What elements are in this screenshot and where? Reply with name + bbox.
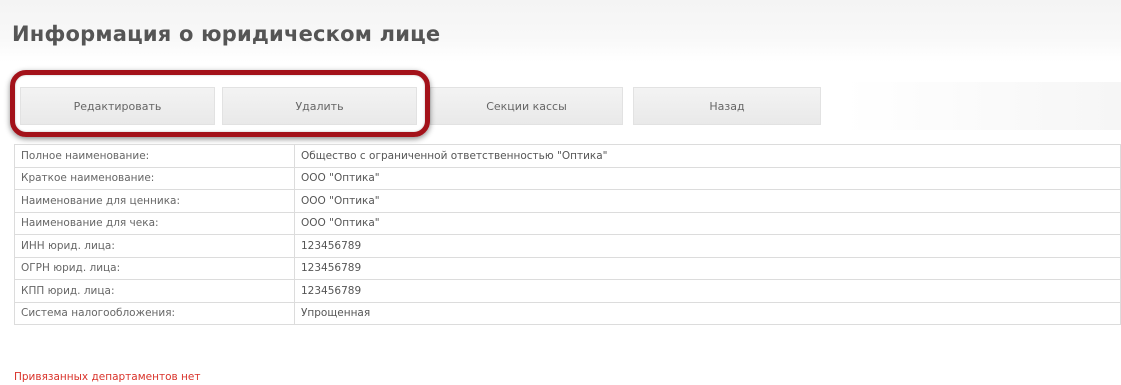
table-row: ИНН юрид. лица: 123456789 (14, 234, 1121, 258)
field-label-tax-system: Система налогообложения: (14, 301, 295, 325)
legal-entity-details-table: Полное наименование: Общество с ограниче… (14, 144, 1121, 325)
table-row: Наименование для чека: ООО "Оптика" (14, 211, 1121, 235)
field-value-kpp: 123456789 (294, 279, 1121, 303)
page-title: Информация о юридическом лице (12, 22, 441, 46)
kassa-sections-button[interactable]: Секции кассы (430, 87, 623, 125)
field-value-receipt-name: ООО "Оптика" (294, 211, 1121, 235)
page-header: Информация о юридическом лице (0, 0, 1121, 62)
field-value-full-name: Общество с ограниченной ответственностью… (294, 144, 1121, 168)
field-label-ogrn: ОГРН юрид. лица: (14, 256, 295, 280)
table-row: КПП юрид. лица: 123456789 (14, 279, 1121, 303)
field-label-price-tag-name: Наименование для ценника: (14, 189, 295, 213)
field-value-tax-system: Упрощенная (294, 301, 1121, 325)
table-row: Система налогообложения: Упрощенная (14, 301, 1121, 325)
no-departments-message: Привязанных департаментов нет (14, 371, 201, 383)
edit-button[interactable]: Редактировать (20, 87, 215, 125)
back-button[interactable]: Назад (633, 87, 821, 125)
field-value-ogrn: 123456789 (294, 256, 1121, 280)
delete-button[interactable]: Удалить (222, 87, 417, 125)
field-label-inn: ИНН юрид. лица: (14, 234, 295, 258)
field-label-kpp: КПП юрид. лица: (14, 279, 295, 303)
table-row: ОГРН юрид. лица: 123456789 (14, 256, 1121, 280)
table-row: Полное наименование: Общество с ограниче… (14, 144, 1121, 168)
field-label-full-name: Полное наименование: (14, 144, 295, 168)
field-label-short-name: Краткое наименование: (14, 166, 295, 190)
field-label-receipt-name: Наименование для чека: (14, 211, 295, 235)
field-value-inn: 123456789 (294, 234, 1121, 258)
field-value-short-name: ООО "Оптика" (294, 166, 1121, 190)
field-value-price-tag-name: ООО "Оптика" (294, 189, 1121, 213)
table-row: Наименование для ценника: ООО "Оптика" (14, 189, 1121, 213)
table-row: Краткое наименование: ООО "Оптика" (14, 166, 1121, 190)
